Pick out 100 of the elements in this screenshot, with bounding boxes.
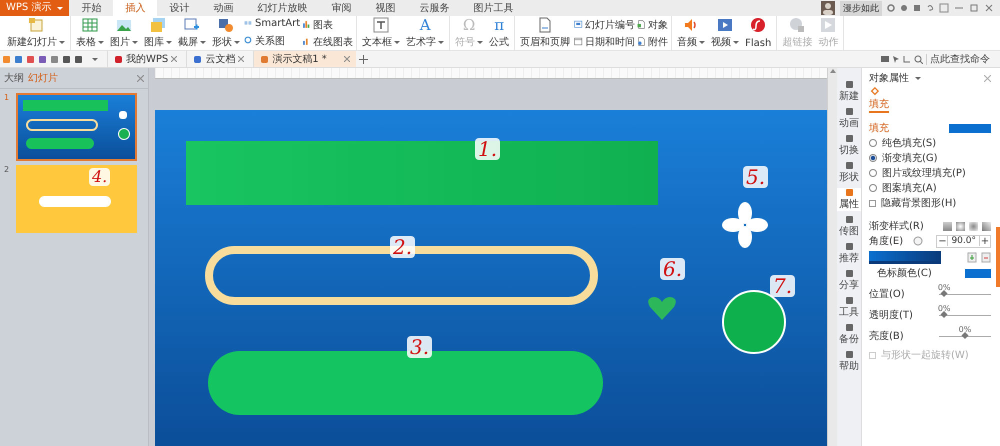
radio-option[interactable]: 图案填充(A) [869,181,937,195]
sidebar-button[interactable]: 分享 [837,269,861,292]
ribbon-button[interactable]: A 艺术字 [404,16,446,50]
radio-option[interactable]: 渐变填充(G) [869,151,938,165]
ribbon-button[interactable]: 对象 [637,18,668,32]
slider-thumb[interactable] [940,289,948,297]
object-icon [637,20,646,29]
slider-thumb[interactable] [940,310,948,318]
ribbon-button[interactable]: SmartArt [244,18,300,30]
user-name[interactable]: 漫步如此 [840,0,882,16]
command-search-field[interactable]: 点此查找命令 [926,54,1000,64]
sidebar-icon [844,161,854,170]
fill-color-swatch[interactable] [949,124,991,132]
ribbon-button[interactable]: 表格 [74,16,106,50]
thumbnail-shape [26,119,98,131]
field-label: 色标颜色(C) [877,266,932,280]
globe-link-icon [789,17,806,33]
ribbon-button[interactable]: 附件 [637,34,668,48]
close-icon[interactable] [344,56,350,62]
radio-indicator[interactable] [869,139,877,147]
flower-shape [722,202,768,248]
close-icon[interactable] [171,56,178,62]
document-tab[interactable]: 云文档 [186,51,250,67]
sidebar-button[interactable]: 属性 [837,188,861,211]
ribbon-button[interactable]: 图片 [108,16,140,50]
checkbox[interactable] [869,200,876,206]
slide-thumbnail[interactable] [16,93,137,161]
ribbon-button[interactable]: 在线图表 [302,34,354,48]
ribbon-button[interactable]: 截屏 [176,16,208,50]
sidebar-icon [844,134,854,143]
handwritten-number: 1. [475,138,500,160]
shapes-icon [218,17,234,33]
ribbon-button[interactable]: 形状 [210,16,242,50]
sidebar-button[interactable]: 形状 [837,161,861,184]
sidebar-button[interactable]: 动画 [837,107,861,130]
angle-dial-icon [913,236,924,246]
sidebar-button[interactable]: 切换 [837,134,861,157]
menu-tab[interactable]: 插入 [113,0,158,16]
fill-tab[interactable]: 填充 [869,97,889,113]
slide-thumbnail[interactable]: 4. [16,165,137,233]
sidebar-button[interactable]: 备份 [837,323,861,346]
ribbon-button[interactable]: 页眉和页脚 [518,16,572,50]
sidebar-button[interactable]: 传图 [837,215,861,238]
radio-option[interactable]: 图片或纹理填充(P) [869,166,966,180]
ribbon-button[interactable]: Flash [743,16,774,50]
menu-tab[interactable]: 视图 [363,0,408,16]
sidebar-button[interactable]: 工具 [837,296,861,319]
sidebar-icon [844,107,854,116]
help-icon [926,4,934,12]
ribbon-button[interactable]: 新建幻灯片 [5,16,67,50]
sidebar-icon [844,350,854,359]
scrollbar[interactable] [827,68,837,446]
menu-tab[interactable]: 幻灯片放映 [245,0,320,16]
panel-tab[interactable]: 大纲 [4,71,24,85]
radio-indicator[interactable] [869,154,877,162]
sidebar-button[interactable]: 帮助 [837,350,861,373]
ribbon-button[interactable]: 关系图 [244,34,300,48]
ribbon-button[interactable]: π 公式 [487,16,512,50]
attachment-icon [637,37,646,46]
slider-thumb[interactable] [961,331,969,339]
new-slide-icon [28,17,44,33]
ribbon-button[interactable]: 日期和时间 [574,34,636,48]
ribbon-button[interactable]: 幻灯片编号 [574,18,636,32]
document-tab[interactable]: 演示文稿1 * [253,51,356,67]
ribbon-button[interactable]: 文本框 [360,16,402,50]
document-tab[interactable]: 我的WPS [107,51,184,67]
panel-handle[interactable] [996,227,1000,287]
menu-tab[interactable]: 审阅 [319,0,364,16]
section-header[interactable]: 填充 [869,121,889,135]
panel-title: 对象属性 [869,72,909,85]
menu-tab[interactable]: 动画 [201,0,246,16]
ribbon-button[interactable]: 图库 [142,16,174,50]
menu-tab[interactable]: 图片工具 [461,0,526,16]
checkbox-option[interactable]: 隐藏背景图形(H) [869,196,956,210]
diagram-icon [244,36,253,46]
ribbon-button[interactable]: 图表 [302,18,354,32]
thumbnail-shape [39,196,111,207]
increment-button[interactable]: + [980,236,990,246]
skin-icon [913,4,921,12]
decrement-button[interactable]: − [937,236,948,246]
sidebar-button[interactable]: 新建 [837,80,861,103]
radio-indicator[interactable] [869,169,877,177]
sidebar-button[interactable]: 推荐 [837,242,861,265]
angle-field[interactable]: − 90.0° + [936,234,991,248]
gradient-bar[interactable] [869,250,941,264]
pin-icon [939,3,949,13]
ribbon-button[interactable]: 视频 [709,16,742,50]
menu-tab[interactable]: 开始 [69,0,114,16]
radio-option[interactable]: 纯色填充(S) [869,136,936,150]
close-icon[interactable] [238,56,244,62]
sidebar-icon [844,188,854,197]
stop-color-swatch[interactable] [965,268,991,278]
field-label: 角度(E) [869,234,904,248]
menu-tab[interactable]: 设计 [157,0,202,16]
radio-indicator[interactable] [869,184,877,192]
app-menu-button[interactable]: WPS 演示 [0,0,70,16]
handwritten-number: 7. [770,275,796,297]
ribbon-button[interactable]: 音频 [675,16,708,50]
slider-reading: 0% [958,324,972,334]
menu-tab[interactable]: 云服务 [407,0,462,16]
